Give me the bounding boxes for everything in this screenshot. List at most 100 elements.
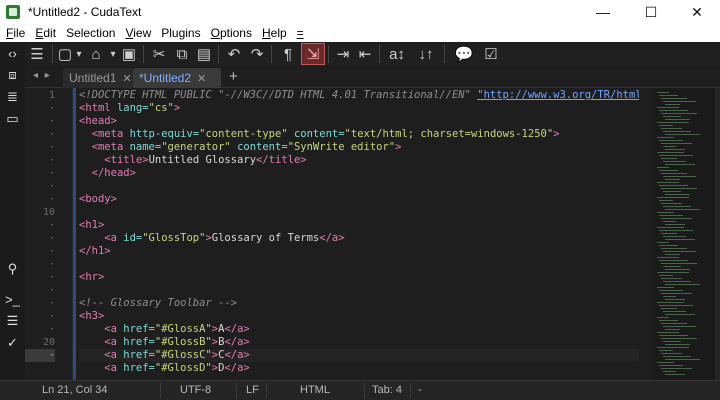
code-line[interactable]: </h1>: [79, 245, 639, 258]
line-number: ·: [48, 129, 55, 140]
sort-icon[interactable]: ↓↑: [411, 43, 441, 65]
menu-view[interactable]: View: [120, 26, 156, 40]
code-line[interactable]: <html lang="cs">: [79, 102, 639, 115]
minimap-line: [661, 368, 692, 369]
code-line[interactable]: <a href="#GlossA">A</a>: [79, 323, 639, 336]
code-line[interactable]: <h1>: [79, 219, 639, 232]
add-tab-button[interactable]: +: [229, 68, 238, 85]
code-line[interactable]: <a href="#GlossC">C</a>: [79, 349, 639, 362]
code-line[interactable]: <a href="#GlossD">D</a>: [79, 362, 639, 375]
menu-options[interactable]: Options: [206, 26, 257, 40]
caret-position[interactable]: Ln 21, Col 34: [42, 381, 107, 400]
minimap-line: [665, 254, 680, 255]
code-line[interactable]: [79, 258, 639, 271]
code-line[interactable]: <!-- Glossary Toolbar -->: [79, 297, 639, 310]
cut-icon[interactable]: ✂: [147, 43, 171, 65]
tab-untitled2[interactable]: *Untitled2 ✕: [133, 68, 221, 88]
snippets-icon[interactable]: ≣: [0, 86, 25, 108]
menu-label-rest: iew: [133, 26, 152, 40]
minimap-line: [665, 104, 680, 105]
minimap-line: [657, 272, 689, 273]
fold-column[interactable]: [61, 88, 73, 380]
tab-close-icon[interactable]: ✕: [197, 72, 206, 85]
code-line[interactable]: [79, 206, 639, 219]
code-line[interactable]: <meta http-equiv="content-type" content=…: [79, 128, 639, 141]
minimap-line: [665, 329, 680, 330]
token-comment: <!DOCTYPE HTML PUBLIC "-//W3C//DTD HTML …: [79, 89, 478, 101]
tabs-icon[interactable]: ▭: [0, 108, 25, 130]
search-icon[interactable]: ⚲: [0, 258, 25, 280]
code-line[interactable]: <meta name="generator" content="SynWrite…: [79, 141, 639, 154]
tab-scroll-arrows-icon[interactable]: ◂ ▸: [33, 70, 52, 81]
paste-icon[interactable]: ▤: [193, 43, 215, 65]
console-icon[interactable]: >_: [0, 288, 25, 310]
menu-icon[interactable]: ☰: [25, 43, 49, 65]
code-line[interactable]: <head>: [79, 115, 639, 128]
token-tag: <a: [104, 232, 124, 244]
code-line[interactable]: <h3>: [79, 310, 639, 323]
minimize-button[interactable]: —: [580, 0, 626, 24]
line-number: ·: [48, 142, 55, 153]
token-str: "generator": [161, 141, 238, 153]
menu-selection[interactable]: Selection: [61, 26, 120, 40]
lexer-indicator[interactable]: HTML: [300, 381, 330, 400]
word-wrap-icon[interactable]: ⇲: [301, 43, 325, 65]
validate-icon[interactable]: ✓: [0, 332, 25, 354]
menu-edit[interactable]: Edit: [30, 26, 61, 40]
new-file-icon[interactable]: ▢: [56, 43, 74, 65]
editor-area[interactable]: 1 · · · · · · · · 10 · · · · · · · · · 20 · <!DOCTYPE HTML P…: [25, 88, 720, 380]
code-line[interactable]: <body>: [79, 193, 639, 206]
dropdown-icon[interactable]: ▾: [74, 43, 84, 65]
status-divider: [364, 383, 365, 398]
minimap[interactable]: [653, 88, 720, 380]
minimap-line: [661, 218, 692, 219]
close-button[interactable]: ✕: [674, 0, 720, 24]
token-str: "#GlossC": [154, 349, 212, 361]
undo-icon[interactable]: ↶: [222, 43, 246, 65]
code-line[interactable]: </head>: [79, 167, 639, 180]
vertical-scrollbar[interactable]: [715, 88, 720, 380]
tab-close-icon[interactable]: ✕: [122, 72, 131, 85]
menu-help[interactable]: Help: [257, 26, 292, 40]
line-ending-indicator[interactable]: LF: [246, 381, 259, 400]
minimap-line: [659, 170, 678, 171]
tab-size-indicator[interactable]: Tab: 4: [372, 381, 402, 400]
code-text[interactable]: <!DOCTYPE HTML PUBLIC "-//W3C//DTD HTML …: [73, 88, 643, 380]
token-tag: <h3>: [79, 310, 105, 322]
dropdown-icon[interactable]: ▾: [108, 43, 118, 65]
copy-icon[interactable]: ⧉: [171, 43, 193, 65]
unprinted-chars-icon[interactable]: ¶: [275, 43, 301, 65]
code-line[interactable]: <a href="#GlossB">B</a>: [79, 336, 639, 349]
comment-icon[interactable]: 💬: [448, 43, 480, 65]
menu-plugins[interactable]: Plugins: [156, 26, 205, 40]
tab-untitled1[interactable]: Untitled1 ✕: [63, 68, 133, 88]
token-text: Glossary of Terms: [211, 232, 320, 244]
code-line[interactable]: [79, 284, 639, 297]
code-line[interactable]: <title>Untitled Glossary</title>: [79, 154, 639, 167]
encoding-indicator[interactable]: UTF-8: [180, 381, 211, 400]
menu-extra[interactable]: =: [292, 26, 309, 40]
token-tag: >: [553, 128, 560, 140]
code-line[interactable]: <!DOCTYPE HTML PUBLIC "-//W3C//DTD HTML …: [79, 89, 639, 102]
maximize-button[interactable]: ☐: [628, 0, 674, 24]
case-icon[interactable]: a↕: [383, 43, 411, 65]
menu-file[interactable]: File: [0, 26, 30, 40]
minimap-line: [659, 185, 688, 186]
save-icon[interactable]: ▣: [118, 43, 140, 65]
code-line[interactable]: [79, 180, 639, 193]
output-icon[interactable]: ☰: [0, 310, 25, 332]
open-folder-icon[interactable]: ⌂: [84, 43, 108, 65]
token-tag: </head>: [91, 167, 136, 179]
tab-bar: ◂ ▸ Untitled1 ✕ *Untitled2 ✕ +: [25, 66, 720, 88]
line-number-gutter[interactable]: 1 · · · · · · · · 10 · · · · · · · · · 20 ·: [25, 88, 61, 380]
code-line[interactable]: <hr>: [79, 271, 639, 284]
unindent-icon[interactable]: ⇤: [354, 43, 376, 65]
indent-icon[interactable]: ⇥: [332, 43, 354, 65]
redo-icon[interactable]: ↷: [246, 43, 268, 65]
checkbox-icon[interactable]: ☑: [480, 43, 502, 65]
project-icon[interactable]: ⧈: [0, 64, 25, 86]
code-tree-icon[interactable]: ‹›: [0, 42, 25, 64]
token-url[interactable]: "http://www.w3.org/TR/html4/loose.dtd": [477, 89, 639, 101]
code-line[interactable]: <a id="GlossTop">Glossary of Terms</a>: [79, 232, 639, 245]
